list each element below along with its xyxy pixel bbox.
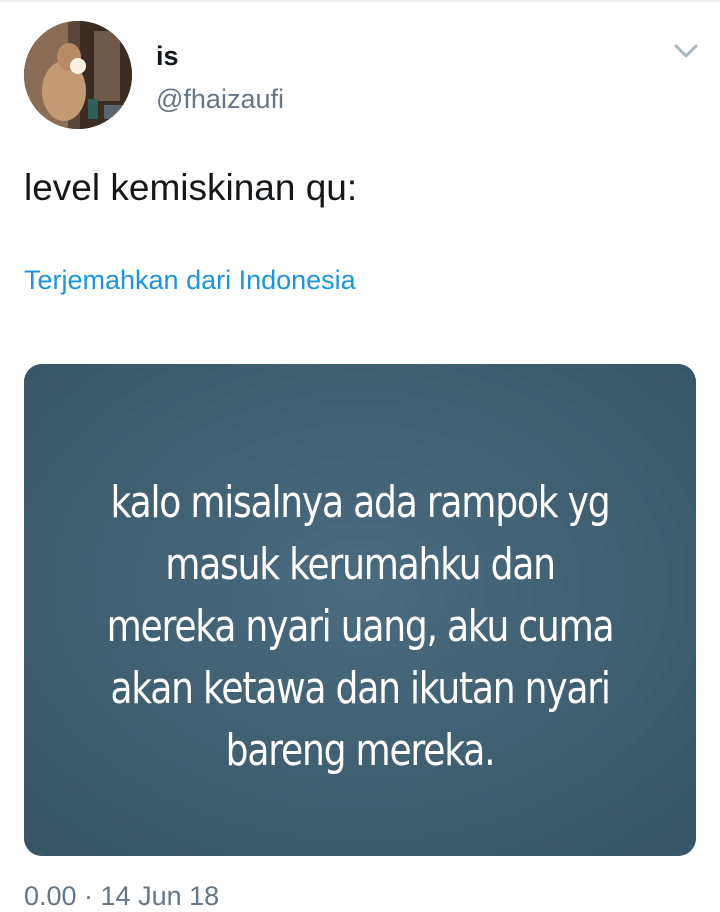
avatar[interactable] — [24, 21, 132, 129]
avatar-photo — [24, 21, 132, 129]
tweet-card: is @fhaizaufi level kemiskinan qu: Terje… — [0, 0, 720, 911]
tweet-text: level kemiskinan qu: — [24, 167, 358, 208]
translate-link[interactable]: Terjemahkan dari Indonesia — [24, 264, 356, 296]
image-quote-text: kalo misalnya ada rampok yg masuk keruma… — [106, 477, 615, 776]
chevron-down-icon[interactable] — [672, 40, 700, 62]
tweet-timestamp[interactable]: 0.00 · 14 Jun 18 — [24, 880, 219, 912]
user-handle[interactable]: @fhaizaufi — [156, 83, 284, 115]
tweet-image[interactable]: kalo misalnya ada rampok yg masuk keruma… — [24, 364, 696, 856]
display-name[interactable]: is — [156, 40, 179, 72]
top-divider — [0, 0, 720, 2]
